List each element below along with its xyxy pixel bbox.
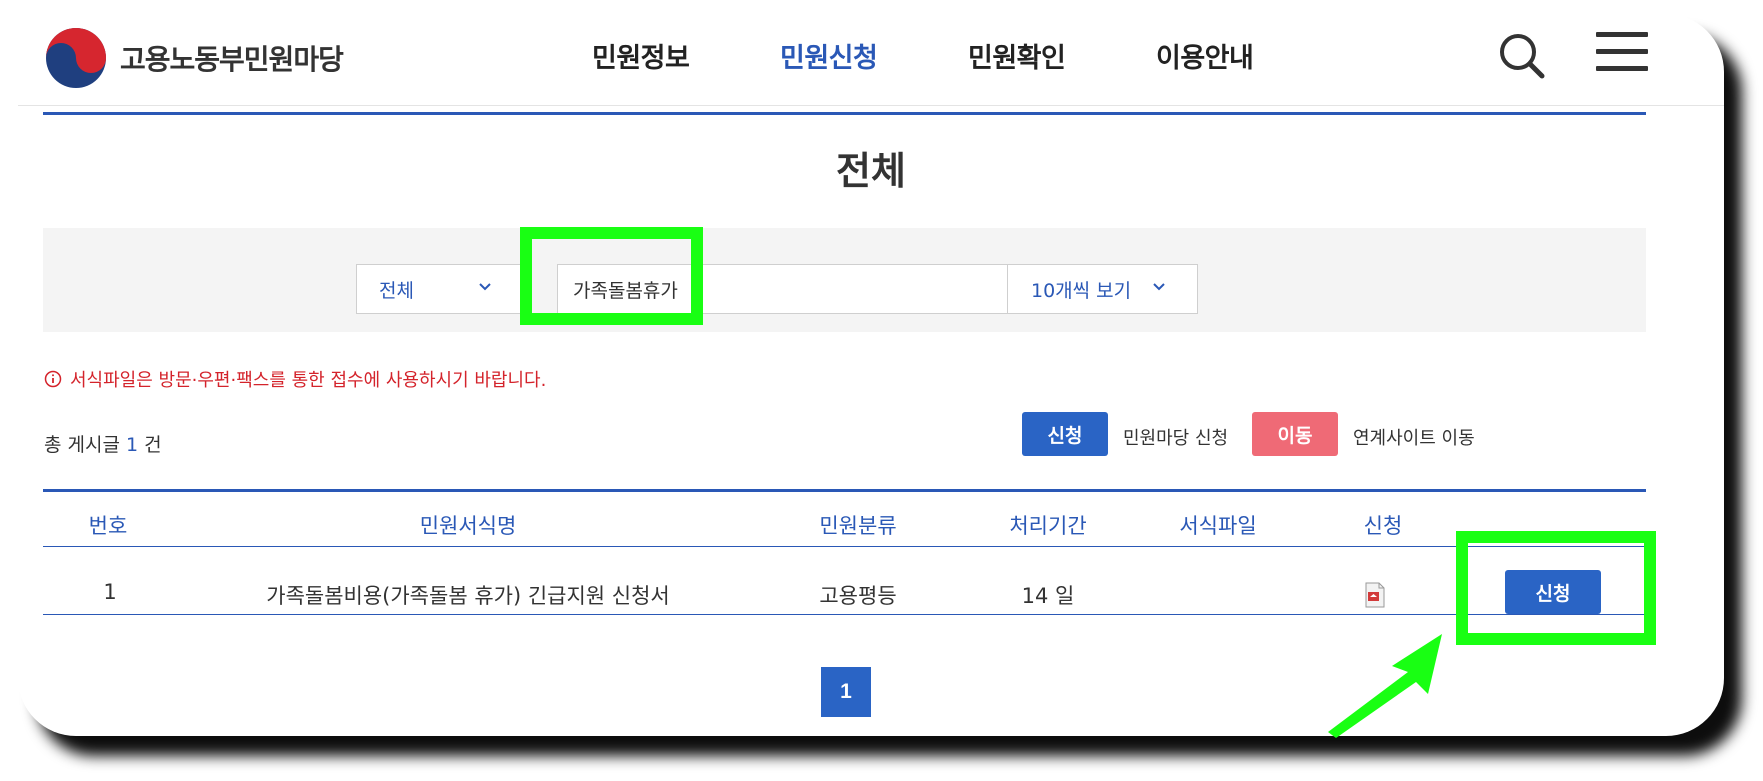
chevron-down-icon [479,283,491,291]
chevron-down-icon [1153,283,1165,291]
col-header-category: 민원분류 [819,514,897,538]
col-header-period: 처리기간 [1009,514,1087,538]
notice-message: 서식파일은 방문·우편·팩스를 통한 접수에 사용하시기 바랍니다. [70,370,547,391]
page-size-select[interactable]: 10개씩 보기 [1007,264,1198,314]
category-select-value: 전체 [379,279,414,302]
total-prefix: 총 게시글 [44,434,120,456]
info-icon [44,370,62,388]
search-icon[interactable] [1496,30,1548,82]
total-count: 총 게시글 1 건 [44,430,162,457]
table-bottom-border [43,614,1646,615]
page-title: 전체 [836,149,906,193]
pagination-page-1[interactable]: 1 [821,667,871,717]
site-header: 고용노동부민원마당 민원정보 민원신청 민원확인 이용안내 [18,14,1724,106]
category-select[interactable]: 전체 [356,264,524,314]
keyword-input[interactable] [557,264,1051,314]
cell-form-name[interactable]: 가족돌봄비용(가족돌봄 휴가) 긴급지원 신청서 [263,580,673,610]
total-suffix: 건 [144,434,162,456]
legend-move-button: 이동 [1252,412,1338,456]
page-size-select-value: 10개씩 보기 [1031,279,1132,302]
nav-item-check[interactable]: 민원확인 [968,36,1066,75]
col-header-name: 민원서식명 [419,514,517,538]
apply-button[interactable]: 신청 [1505,570,1601,614]
col-header-file: 서식파일 [1179,514,1257,538]
nav-item-apply[interactable]: 민원신청 [780,36,878,75]
col-header-no: 번호 [88,514,128,538]
cell-category: 고용평등 [819,584,897,608]
search-panel: 전체 10개씩 보기 [43,228,1646,332]
page-card: 고용노동부민원마당 민원정보 민원신청 민원확인 이용안내 전체 전체 가족돌봄… [18,14,1724,736]
legend-apply-button: 신청 [1022,412,1108,456]
main-nav: 민원정보 민원신청 민원확인 이용안내 [18,36,1724,76]
legend-apply-label: 민원마당 신청 [1123,428,1229,449]
header-row-divider [43,546,1646,547]
table-top-border [43,489,1646,492]
hamburger-menu-icon[interactable] [1596,30,1648,74]
file-pdf-icon[interactable] [1364,582,1386,608]
legend-move-label: 연계사이트 이동 [1353,428,1475,449]
cell-period: 14 일 [1021,584,1075,608]
total-number: 1 [125,434,139,456]
notice-text: 서식파일은 방문·우편·팩스를 통한 접수에 사용하시기 바랍니다. [44,366,546,392]
cell-no: 1 [103,580,117,604]
nav-item-guide[interactable]: 이용안내 [1156,36,1254,75]
top-divider [43,112,1646,115]
nav-item-info[interactable]: 민원정보 [592,36,690,75]
col-header-apply: 신청 [1363,514,1403,538]
